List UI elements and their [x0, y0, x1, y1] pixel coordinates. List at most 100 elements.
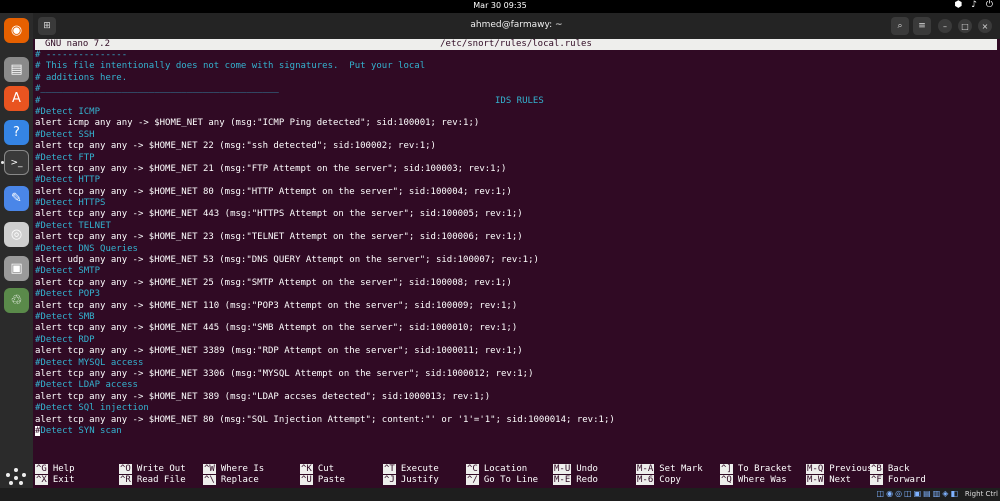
shortcut-label: Where Is: [220, 464, 265, 474]
shortcut-key: M-E: [553, 475, 572, 486]
shortcut-label: Go To Line: [483, 475, 539, 486]
shortcut-label: Copy: [659, 475, 681, 486]
comment-line: #Detect RDP: [35, 334, 95, 345]
shortcut-cut[interactable]: ^K Cut: [300, 464, 334, 475]
comment-line: #Detect SSH: [35, 129, 95, 140]
shortcut-key: ^]: [720, 464, 733, 474]
shortcut-label: Replace: [220, 475, 259, 486]
shortcut-key: ^G: [35, 464, 48, 474]
comment-line: # ---------------: [35, 50, 128, 60]
shortcut-copy[interactable]: M-6 Copy: [636, 475, 681, 486]
files-icon[interactable]: ▤: [4, 57, 29, 82]
shortcut-undo[interactable]: M-U Undo: [553, 464, 598, 475]
shortcut-label: Where Was: [737, 475, 787, 486]
rule-line: alert tcp any any -> $HOME_NET 21 (msg:"…: [35, 163, 507, 174]
shortcut-label: Justify: [400, 475, 439, 486]
comment-line: #Detect POP3: [35, 289, 101, 300]
minimize-icon[interactable]: –: [938, 19, 952, 33]
menu-icon[interactable]: ≡: [913, 17, 931, 35]
shortcut-replace[interactable]: ^\ Replace: [203, 475, 259, 486]
shortcut-key: M-Q: [806, 464, 825, 474]
rule-line: alert tcp any any -> $HOME_NET 22 (msg:"…: [35, 141, 436, 152]
shortcut-next[interactable]: M-W Next: [806, 475, 851, 486]
nano-header: GNU nano 7.2 /etc/snort/rules/local.rule…: [35, 39, 997, 50]
clock[interactable]: Mar 30 09:35: [0, 1, 1000, 10]
shortcut-go-to-line[interactable]: ^/ Go To Line: [466, 475, 538, 486]
rule-line: alert tcp any any -> $HOME_NET 443 (msg:…: [35, 209, 523, 220]
file-path: /etc/snort/rules/local.rules: [440, 39, 592, 49]
shortcut-label: Execute: [400, 464, 439, 474]
nano-shortcuts: ^G Help ^X Exit ^O Write Out ^R Read File ^W Wher…: [35, 464, 997, 488]
shortcut-exit[interactable]: ^X Exit: [35, 475, 75, 486]
comment-line: # This file intentionally does not come …: [35, 61, 426, 72]
shortcut-label: Next: [829, 475, 851, 486]
section-header-title: IDS RULES: [495, 95, 544, 106]
firefox-icon[interactable]: ◉: [4, 18, 29, 43]
shortcut-label: Location: [483, 464, 528, 474]
comment-line: #Detect TELNET: [35, 220, 111, 231]
shortcut-label: Set Mark: [659, 464, 703, 474]
rule-line: alert icmp any any -> $HOME_NET any (msg…: [35, 118, 480, 129]
shortcut-key: ^J: [383, 475, 396, 486]
shortcut-label: Cut: [317, 464, 335, 474]
comment-line: #Detect FTP: [35, 152, 95, 163]
comment-line: #Detect SQl injection: [35, 403, 149, 414]
app-center-icon[interactable]: A: [4, 86, 29, 111]
shortcut-key: M-A: [636, 464, 655, 474]
drive-icon[interactable]: ▣: [4, 256, 29, 281]
shortcut-key: ^F: [870, 475, 883, 486]
rule-line: alert tcp any any -> $HOME_NET 110 (msg:…: [35, 300, 518, 311]
shortcut-redo[interactable]: M-E Redo: [553, 475, 598, 486]
shortcut-label: Write Out: [136, 464, 186, 474]
cursor-line: #Detect SYN scan: [35, 425, 997, 437]
shortcut-back[interactable]: ^B Back: [870, 464, 910, 475]
shortcut-previous[interactable]: M-Q Previous: [806, 464, 873, 475]
terminal-icon[interactable]: >_: [1, 150, 29, 175]
comment-line: #Detect SMTP: [35, 266, 101, 277]
comment-line: #_______________________________________…: [35, 84, 279, 95]
shortcut-key: ^X: [35, 475, 48, 486]
terminal-content[interactable]: GNU nano 7.2 /etc/snort/rules/local.rule…: [33, 39, 1000, 488]
shortcut-key: ^U: [300, 475, 313, 486]
search-icon[interactable]: ⌕: [891, 17, 909, 35]
disc-icon[interactable]: ◎: [4, 222, 29, 247]
shortcut-key: ^K: [300, 464, 313, 474]
vm-device-icons[interactable]: ◫◉◎◫▣▤▥◈◧: [877, 489, 960, 498]
shortcut-key: ^T: [383, 464, 396, 474]
shortcut-paste[interactable]: ^U Paste: [300, 475, 345, 486]
shortcut-label: Paste: [317, 475, 345, 486]
help-icon[interactable]: ?: [4, 120, 29, 145]
shortcut-help[interactable]: ^G Help: [35, 464, 75, 475]
dock: ◉ ▤ A? >_ ✎ ◎ ▣ ♲: [0, 13, 33, 488]
text-editor-icon[interactable]: ✎: [4, 186, 29, 211]
rule-line: alert tcp any any -> $HOME_NET 445 (msg:…: [35, 323, 518, 334]
shortcut-label: Forward: [887, 475, 926, 486]
shortcut-where-is[interactable]: ^W Where Is: [203, 464, 264, 475]
close-icon[interactable]: ×: [978, 19, 992, 33]
rule-line: alert tcp any any -> $HOME_NET 23 (msg:"…: [35, 232, 523, 243]
shortcut-to-bracket[interactable]: ^] To Bracket: [720, 464, 792, 475]
shortcut-execute[interactable]: ^T Execute: [383, 464, 439, 475]
comment-line: #Detect DNS Queries: [35, 243, 138, 254]
shortcut-where-was[interactable]: ^Q Where Was: [720, 475, 787, 486]
shortcut-label: Undo: [576, 464, 598, 474]
window-title: ahmed@farmawy: ~: [470, 20, 563, 30]
editor-buffer[interactable]: # --------------- # This file intentional…: [35, 50, 997, 437]
shortcut-key: ^W: [203, 464, 216, 474]
shortcut-justify[interactable]: ^J Justify: [383, 475, 439, 486]
rule-line: alert tcp any any -> $HOME_NET 3389 (msg…: [35, 346, 523, 357]
system-tray-icons[interactable]: ⬢ ♪ ⏻: [955, 0, 996, 10]
shortcut-read-file[interactable]: ^R Read File: [119, 475, 186, 486]
title-bar[interactable]: ⊞ ahmed@farmawy: ~ ⌕ ≡ – □ ×: [33, 13, 1000, 39]
shortcut-location[interactable]: ^C Location: [466, 464, 527, 475]
shortcut-label: Help: [52, 464, 75, 474]
show-apps-icon[interactable]: [6, 468, 26, 488]
trash-icon[interactable]: ♲: [4, 288, 29, 313]
cursor-line-text: Detect SYN scan: [40, 425, 122, 436]
shortcut-key: M-6: [636, 475, 655, 486]
maximize-icon[interactable]: □: [958, 19, 972, 33]
shortcut-write-out[interactable]: ^O Write Out: [119, 464, 186, 475]
shortcut-forward[interactable]: ^F Forward: [870, 475, 926, 486]
shortcut-set-mark[interactable]: M-A Set Mark: [636, 464, 703, 475]
rule-line: alert tcp any any -> $HOME_NET 3306 (msg…: [35, 368, 534, 379]
